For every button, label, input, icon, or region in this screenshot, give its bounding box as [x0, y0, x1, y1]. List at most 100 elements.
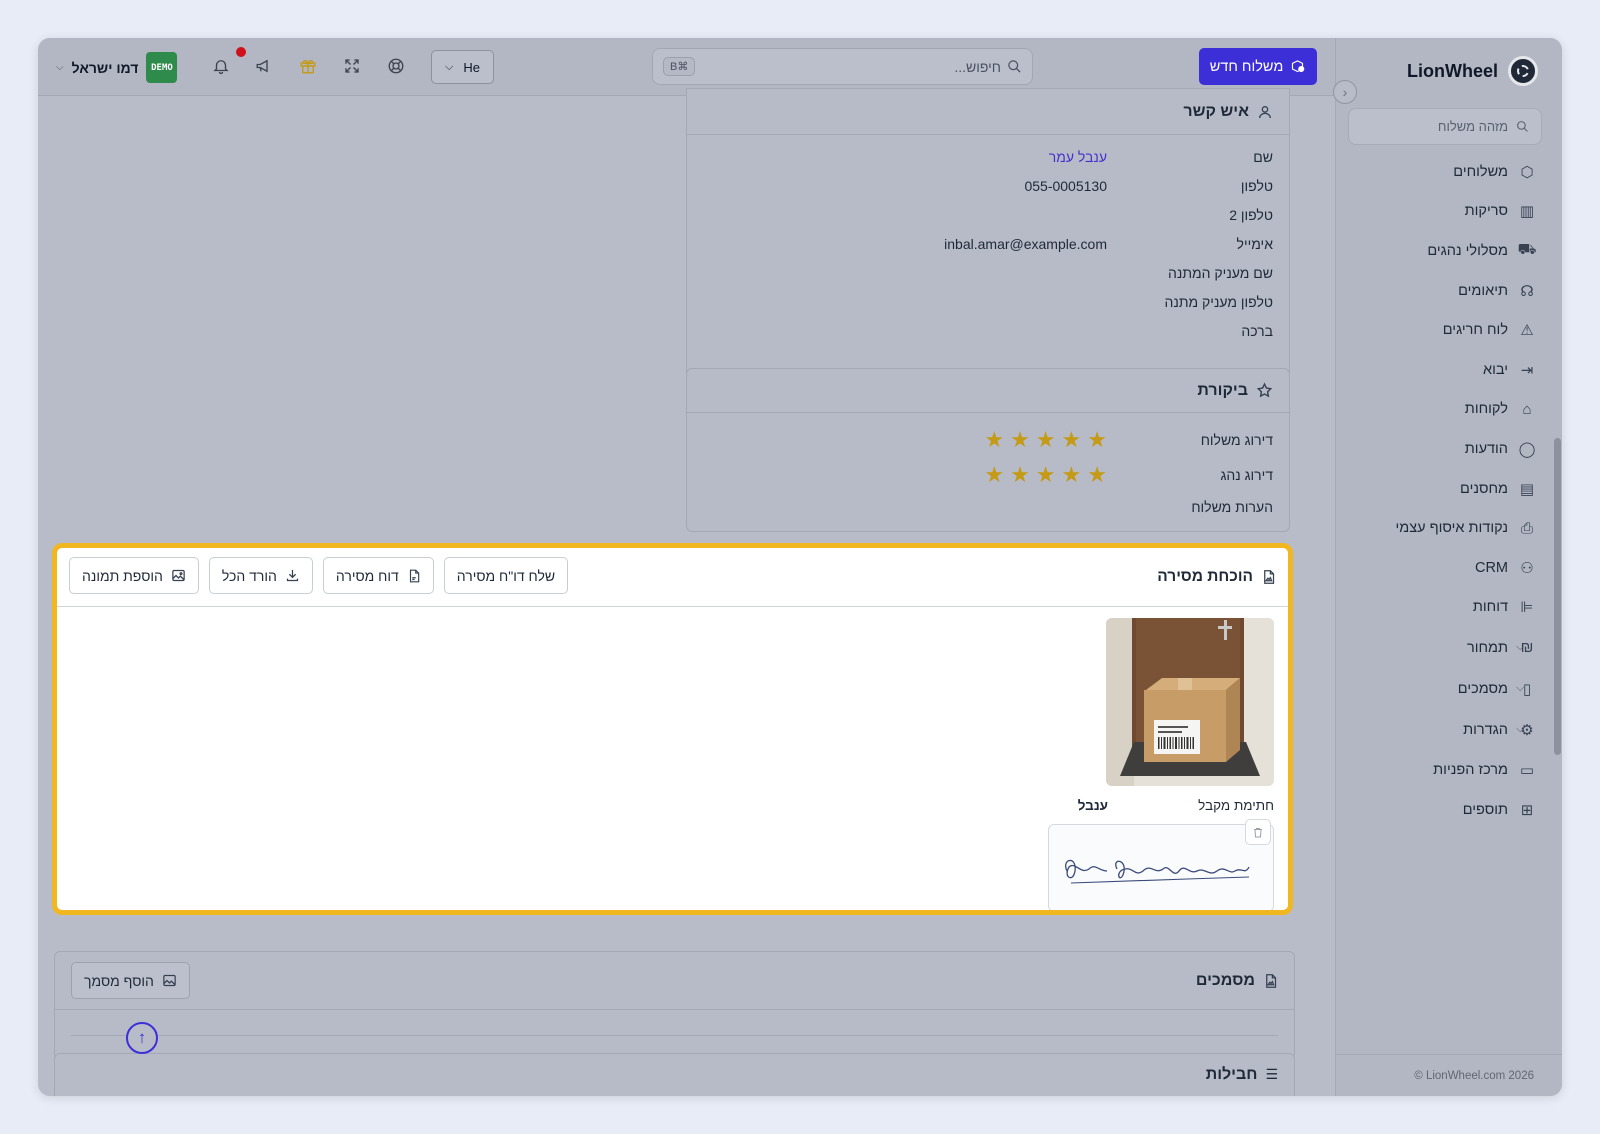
add-image-label: הוספת תמונה — [82, 567, 163, 584]
star-icon: ★ — [1087, 461, 1107, 487]
sidebar-item-settings[interactable]: ⚙ הגדרות ⌵ — [1336, 709, 1562, 750]
row-label: שם — [1253, 148, 1273, 165]
send-delivery-report-button[interactable]: שלח דו"ח מסירה — [443, 557, 569, 594]
user-name: דמו ישראל — [71, 59, 139, 76]
sidebar-item-scans[interactable]: ▥ סריקות — [1336, 192, 1562, 232]
sidebar: LionWheel מזהה משלוח ⬡ משלוחים ▥ סריקות ⛟ מ… — [1335, 38, 1562, 1096]
fullscreen-icon[interactable] — [341, 55, 363, 77]
row-label: טלפון מעניק מתנה — [1164, 293, 1273, 310]
contact-card: איש קשר שם ענבל עמר טלפון 055-0005130 טלפו… — [686, 88, 1290, 392]
user-menu[interactable]: ⌵ דמו ישראל DEMO — [56, 52, 178, 83]
language-selector[interactable]: ⌵ He — [431, 50, 494, 84]
ticket-icon: ▭ — [1519, 761, 1535, 779]
sidebar-item-messages[interactable]: ◯ הודעות — [1336, 429, 1562, 469]
sidebar-item-ticket-center[interactable]: ▭ מרכז הפניות — [1336, 750, 1562, 790]
review-card: ביקורת דירוג משלוח ★ ★ ★ ★ ★ דירוג נהג ★ ★ ★ ★ ★… — [686, 368, 1290, 532]
sidebar-item-pickup-points[interactable]: ⎙ נקודות איסוף עצמי — [1336, 508, 1562, 548]
contact-row-gifter-name: שם מעניק המתנה — [687, 258, 1289, 287]
sidebar-item-driver-routes[interactable]: ⛟ מסלולי נהגים — [1336, 231, 1562, 271]
list-icon: ☰ — [1265, 1066, 1278, 1082]
addons-icon: ⊞ — [1520, 801, 1534, 819]
search-icon — [1517, 121, 1528, 132]
sidebar-item-label: יבוא — [1482, 361, 1508, 378]
sidebar-scrollbar[interactable] — [1554, 438, 1561, 755]
delivery-id-search[interactable]: מזהה משלוח — [1348, 108, 1542, 145]
bell-icon[interactable] — [210, 55, 232, 77]
notification-badge — [236, 47, 246, 57]
sidebar-item-label: מסמכים — [1457, 680, 1508, 697]
download-icon — [286, 569, 299, 582]
sidebar-item-addons[interactable]: ⊞ תוספים — [1336, 790, 1562, 830]
delivery-rating-label: דירוג משלוח — [1200, 431, 1273, 448]
packages-card: ☰ חבילות — [54, 1053, 1295, 1096]
search-input[interactable]: חיפוש... — [701, 59, 1001, 75]
star-icon: ★ — [1010, 426, 1030, 452]
global-search[interactable]: חיפוש... ⌘B — [652, 48, 1033, 85]
download-all-button[interactable]: הורד הכל — [208, 557, 313, 594]
signature-image — [1065, 859, 1250, 884]
row-label: ברכה — [1241, 322, 1273, 339]
arrow-up-icon: ↑ — [137, 1028, 147, 1047]
add-document-button[interactable]: הוסף מסמך — [71, 962, 190, 999]
report-icon: ⊫ — [1520, 599, 1534, 617]
scroll-to-top-button[interactable]: ↑ — [126, 1022, 158, 1054]
sidebar-item-exceptions[interactable]: ⚠ לוח חריגים — [1336, 310, 1562, 350]
new-delivery-button[interactable]: משלוח חדש — [1199, 48, 1317, 85]
add-image-button[interactable]: הוספת תמונה — [69, 557, 199, 594]
language-value: He — [463, 59, 480, 75]
add-document-label: הוסף מסמך — [84, 972, 154, 989]
gift-icon[interactable] — [297, 55, 319, 77]
delivery-id-input[interactable]: מזהה משלוח — [1438, 119, 1508, 134]
sidebar-item-label: הגדרות — [1463, 721, 1508, 738]
pdf-file-icon — [409, 569, 420, 582]
driver-rating-row: דירוג נהג ★ ★ ★ ★ ★ — [687, 457, 1289, 492]
sidebar-item-label: תיאומים — [1458, 282, 1508, 299]
image-icon — [172, 569, 185, 582]
chevron-down-icon: ⌵ — [56, 62, 64, 73]
collapse-sidebar-button[interactable]: › — [1333, 80, 1357, 104]
star-icon: ★ — [984, 461, 1005, 487]
delivery-report-button[interactable]: דוח מסירה — [322, 557, 434, 594]
sidebar-item-label: דוחות — [1472, 599, 1508, 616]
review-title: ביקורת — [1197, 381, 1248, 399]
contact-title: איש קשר — [1183, 102, 1249, 120]
sidebar-item-label: CRM — [1474, 559, 1508, 576]
row-label: שם מעניק המתנה — [1168, 264, 1273, 281]
contact-name-link[interactable]: ענבל עמר — [1049, 149, 1107, 165]
sidebar-item-label: נקודות איסוף עצמי — [1395, 520, 1508, 537]
sidebar-item-customers[interactable]: ⌂ לקוחות — [1336, 390, 1562, 430]
sidebar-item-reports[interactable]: ⊫ דוחות — [1336, 588, 1562, 628]
brand[interactable]: LionWheel — [1407, 54, 1538, 88]
megaphone-icon[interactable] — [253, 55, 275, 77]
headset-icon: ☊ — [1520, 282, 1534, 300]
proof-title: הוכחת מסירה — [1157, 568, 1253, 585]
packages-header: ☰ חבילות — [55, 1054, 1294, 1096]
bank-icon: ⌂ — [1522, 400, 1532, 418]
import-icon: ⇥ — [1520, 361, 1534, 379]
users-icon: ⚇ — [1520, 559, 1534, 577]
signature-box — [1048, 819, 1274, 910]
review-rows: דירוג משלוח ★ ★ ★ ★ ★ דירוג נהג ★ ★ ★ ★ ★ הערות … — [687, 413, 1289, 521]
sidebar-item-coordination[interactable]: ☊ תיאומים — [1336, 271, 1562, 311]
sidebar-item-label: מחסנים — [1460, 480, 1508, 497]
truck-icon: ⛟ — [1517, 241, 1537, 259]
signature-label: חתימת מקבל — [1198, 798, 1274, 813]
contact-rows: שם ענבל עמר טלפון 055-0005130 טלפון 2 אימי… — [687, 135, 1289, 345]
delivery-photo[interactable] — [1106, 618, 1274, 786]
signer-name: ענבל — [1077, 798, 1108, 813]
help-lifebuoy-icon[interactable] — [385, 55, 407, 77]
contact-row-phone: טלפון 055-0005130 — [687, 171, 1289, 200]
sidebar-item-crm[interactable]: ⚇ CRM — [1336, 548, 1562, 588]
sidebar-item-deliveries[interactable]: ⬡ משלוחים — [1336, 152, 1562, 192]
sidebar-item-documents[interactable]: ▯ מסמכים ⌵ — [1336, 668, 1562, 709]
sidebar-item-warehouses[interactable]: ▤ מחסנים — [1336, 469, 1562, 509]
chevron-down-icon: ⌵ — [1516, 723, 1525, 736]
review-card-header: ביקורת — [687, 369, 1289, 413]
document-image-icon — [1264, 570, 1275, 584]
sidebar-item-pricing[interactable]: ₪ תמחור ⌵ — [1336, 627, 1562, 668]
row-label: אימייל — [1236, 235, 1273, 252]
sidebar-item-import[interactable]: ⇥ יבוא — [1336, 350, 1562, 390]
chevron-right-icon: › — [1342, 84, 1348, 100]
pickup-icon: ⎙ — [1521, 519, 1534, 537]
document-image-icon — [1266, 973, 1277, 988]
